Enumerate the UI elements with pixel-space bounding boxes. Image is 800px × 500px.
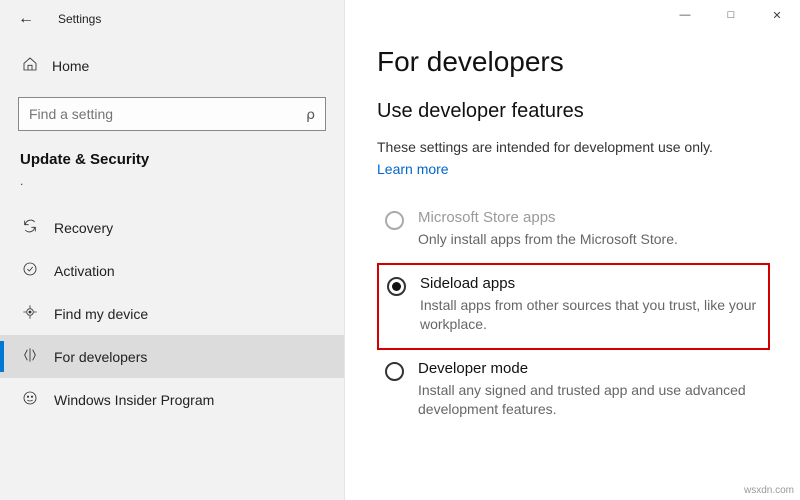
home-label: Home (52, 58, 89, 74)
page-title: For developers (377, 46, 770, 78)
sidebar-item-find-my-device[interactable]: Find my device (0, 292, 344, 335)
nav-label: Windows Insider Program (54, 392, 214, 408)
option-title: Microsoft Store apps (418, 209, 678, 226)
option-developer-mode[interactable]: Developer mode Install any signed and tr… (377, 350, 770, 433)
recovery-icon (22, 218, 38, 237)
insider-icon (22, 390, 38, 409)
radio-icon[interactable] (387, 277, 406, 296)
sidebar-item-insider[interactable]: Windows Insider Program (0, 378, 344, 421)
back-icon[interactable]: ← (18, 10, 34, 28)
option-desc: Install any signed and trusted app and u… (418, 381, 762, 419)
home-icon (22, 56, 38, 75)
overflow-indicator: . (0, 174, 344, 188)
option-desc: Only install apps from the Microsoft Sto… (418, 230, 678, 249)
radio-icon[interactable] (385, 211, 404, 230)
intro-text: These settings are intended for developm… (377, 139, 770, 155)
close-button[interactable]: ✕ (754, 0, 800, 30)
nav-label: Activation (54, 263, 115, 279)
option-title: Developer mode (418, 360, 762, 377)
nav-label: Recovery (54, 220, 113, 236)
learn-more-link[interactable]: Learn more (377, 161, 449, 177)
minimize-button[interactable]: — (662, 0, 708, 30)
window-controls: — □ ✕ (662, 0, 800, 30)
content-pane: — □ ✕ For developers Use developer featu… (345, 0, 800, 500)
category-title: Update & Security (0, 131, 344, 174)
nav-label: For developers (54, 349, 147, 365)
app-title: Settings (58, 12, 101, 26)
section-title: Use developer features (377, 100, 770, 123)
activation-icon (22, 261, 38, 280)
watermark: wsxdn.com (744, 485, 794, 496)
sidebar-item-recovery[interactable]: Recovery (0, 206, 344, 249)
sidebar-home[interactable]: Home (0, 46, 344, 85)
nav-label: Find my device (54, 306, 148, 322)
option-title: Sideload apps (420, 275, 760, 292)
sidebar-item-activation[interactable]: Activation (0, 249, 344, 292)
maximize-button[interactable]: □ (708, 0, 754, 30)
option-sideload[interactable]: Sideload apps Install apps from other so… (377, 263, 770, 350)
developers-icon (22, 347, 38, 366)
search-box[interactable]: ⍴ (18, 97, 326, 131)
option-desc: Install apps from other sources that you… (420, 296, 760, 334)
sidebar: ← Settings Home ⍴ Update & Security . Re… (0, 0, 345, 500)
find-device-icon (22, 304, 38, 323)
search-icon[interactable]: ⍴ (306, 106, 315, 123)
nav-list: Recovery Activation Find my device For d… (0, 206, 344, 421)
sidebar-item-for-developers[interactable]: For developers (0, 335, 344, 378)
search-input[interactable] (29, 106, 272, 122)
option-ms-store[interactable]: Microsoft Store apps Only install apps f… (377, 199, 770, 263)
titlebar: ← Settings (0, 0, 344, 38)
radio-icon[interactable] (385, 362, 404, 381)
